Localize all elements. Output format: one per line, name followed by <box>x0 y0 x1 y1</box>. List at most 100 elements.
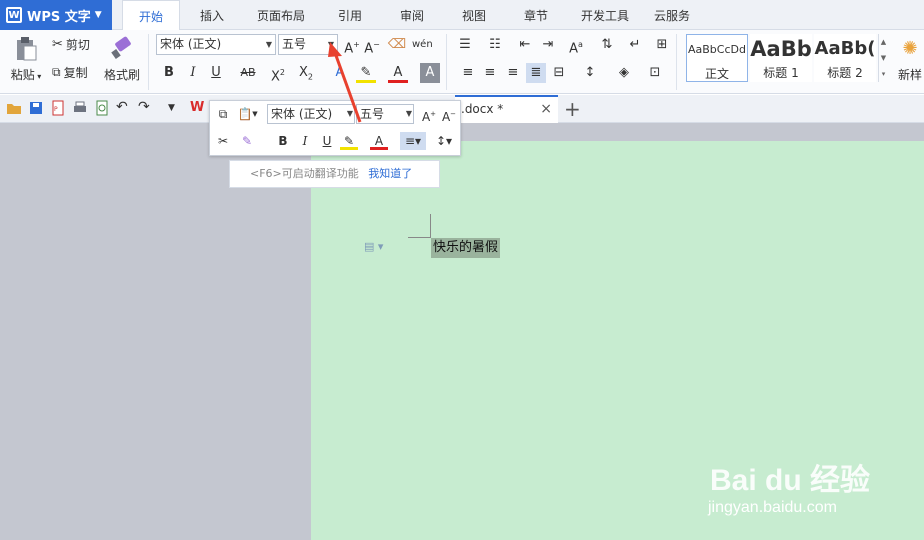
font-name-combo[interactable]: 宋体 (正文) ▼ <box>156 34 276 55</box>
tab-chapter[interactable]: 章节 <box>512 0 560 30</box>
svg-text:P: P <box>54 106 58 113</box>
watermark-brand: Bai du 经验 <box>710 464 871 497</box>
decrease-indent-icon[interactable]: ⇤ <box>515 35 535 55</box>
underline-button[interactable]: U <box>206 63 226 83</box>
app-name: WPS 文字 <box>27 9 91 25</box>
tab-developer[interactable]: 开发工具 <box>574 0 636 30</box>
document-tab[interactable]: .docx * × <box>455 95 558 123</box>
export-pdf-icon[interactable]: P <box>50 100 66 116</box>
cut-label: 剪切 <box>65 38 90 52</box>
undo-icon[interactable]: ↶ <box>116 100 132 116</box>
italic-button[interactable]: I <box>183 63 203 83</box>
ribbon-home: 粘贴 ▾ ✂ 剪切 ⧉ 复制 格式刷 宋体 (正文) ▼ 五号 ▼ A+ A− … <box>0 30 924 94</box>
style-normal[interactable]: AaBbCcDd 正文 <box>686 34 748 82</box>
tab-references[interactable]: 引用 <box>326 0 374 30</box>
style-preview: AaBb( <box>814 38 876 59</box>
tab-view[interactable]: 视图 <box>450 0 498 30</box>
new-tab-plus-icon[interactable]: + <box>564 97 581 121</box>
borders-icon[interactable]: ⊡ <box>645 63 665 83</box>
chevron-down-icon: ▾ <box>34 72 42 81</box>
sort-icon[interactable]: ⇅ <box>597 35 617 55</box>
bold-button[interactable]: B <box>274 132 292 150</box>
scissors-icon[interactable]: ✂ <box>214 132 232 150</box>
align-icon[interactable]: ≡▾ <box>400 132 426 150</box>
italic-button[interactable]: I <box>296 132 314 150</box>
table-icon[interactable]: ⊞ <box>652 35 672 55</box>
align-right-icon[interactable]: ≡ <box>503 63 523 83</box>
tab-page-layout[interactable]: 页面布局 <box>250 0 312 30</box>
change-case-icon[interactable]: Aa <box>566 35 586 56</box>
open-folder-icon[interactable] <box>6 100 22 116</box>
align-center-icon[interactable]: ≡ <box>480 63 500 83</box>
font-size-value: 五号 <box>282 37 307 51</box>
tab-review[interactable]: 审阅 <box>388 0 436 30</box>
wps-w-icon[interactable]: W <box>190 100 206 116</box>
format-brush-icon[interactable]: ✎ <box>238 132 256 150</box>
distributed-icon[interactable]: ⊟ <box>549 63 569 83</box>
paragraph-shading-icon[interactable]: ◈ <box>614 63 634 83</box>
wps-logo-icon: W <box>6 7 22 23</box>
divider <box>148 34 149 90</box>
tip-text: <F6>可启动翻译功能 <box>250 167 359 180</box>
style-heading-2[interactable]: AaBb( 标题 2 <box>814 34 876 82</box>
tip-dismiss-link[interactable]: 我知道了 <box>368 167 412 180</box>
cut-button[interactable]: ✂ 剪切 <box>52 36 90 53</box>
grow-font-button[interactable]: A+ <box>420 105 438 124</box>
format-painter-button[interactable]: 格式刷 <box>102 36 142 83</box>
margin-mark <box>430 214 431 238</box>
superscript-button[interactable]: X2 <box>268 63 288 84</box>
chevron-down-icon[interactable]: ▼ <box>250 105 260 123</box>
strikethrough-button[interactable]: AB <box>238 63 258 83</box>
justify-icon[interactable]: ≣ <box>526 63 546 83</box>
paragraph-layout-icon[interactable]: ▤ ▾ <box>364 240 383 253</box>
chevron-down-icon[interactable]: ▼ <box>168 100 184 116</box>
print-preview-icon[interactable] <box>94 100 110 116</box>
highlight-icon[interactable]: ✎ <box>340 132 358 150</box>
divider <box>446 34 447 90</box>
font-color-icon[interactable]: A <box>388 63 408 83</box>
clear-format-icon[interactable]: ⌫ <box>387 35 407 55</box>
selected-text[interactable]: 快乐的暑假 <box>431 238 501 258</box>
copy-icon[interactable]: ⧉ <box>214 105 232 123</box>
bullet-list-icon[interactable]: ☰ <box>455 35 475 55</box>
align-left-icon[interactable]: ≡ <box>458 63 478 83</box>
close-icon[interactable]: × <box>540 97 552 121</box>
shrink-font-button[interactable]: A− <box>440 105 458 124</box>
style-label: 正文 <box>704 67 729 81</box>
show-marks-icon[interactable]: ↵ <box>625 35 645 55</box>
watermark-url: jingyan.baidu.com <box>708 499 837 516</box>
chevron-down-icon: ▼ <box>265 40 273 49</box>
tab-insert[interactable]: 插入 <box>188 0 236 30</box>
numbered-list-icon[interactable]: ☷ <box>485 35 505 55</box>
bold-button[interactable]: B <box>159 63 179 83</box>
tab-cloud[interactable]: 云服务 <box>648 0 696 30</box>
margin-mark <box>408 237 430 238</box>
divider <box>676 34 677 90</box>
copy-icon: ⧉ <box>52 65 61 79</box>
tab-home[interactable]: 开始 <box>122 0 180 31</box>
subscript-button[interactable]: X2 <box>296 63 316 83</box>
scissors-icon: ✂ <box>52 37 63 52</box>
paste-button[interactable]: 粘贴 ▾ <box>6 36 46 83</box>
chevron-down-icon: ▼ <box>405 109 412 118</box>
new-style-button[interactable]: ✺ 新样 <box>894 36 924 83</box>
app-menu-button[interactable]: W WPS 文字 ▼ <box>0 0 112 30</box>
redo-icon[interactable]: ↷ <box>138 100 154 116</box>
underline-button[interactable]: U <box>318 132 336 150</box>
phonetic-guide-icon[interactable]: wén <box>412 35 433 55</box>
baidu-jingyan-watermark: Bai du 经验 jingyan.baidu.com <box>700 455 910 525</box>
save-icon[interactable] <box>28 100 44 116</box>
increase-indent-icon[interactable]: ⇥ <box>538 35 558 55</box>
copy-button[interactable]: ⧉ 复制 <box>52 64 88 81</box>
line-spacing-icon[interactable]: ↕ <box>580 63 600 83</box>
char-shading-icon[interactable]: A <box>420 63 440 83</box>
line-spacing-icon[interactable]: ↕▾ <box>432 132 456 150</box>
font-color-icon[interactable]: A <box>370 132 388 150</box>
style-preview: AaBbCcDd <box>688 43 746 56</box>
annotation-arrow <box>328 42 362 123</box>
style-heading-1[interactable]: AaBb 标题 1 <box>750 34 812 82</box>
style-label: 标题 1 <box>763 66 799 80</box>
print-icon[interactable] <box>72 100 88 116</box>
paste-label: 粘贴 <box>10 68 35 82</box>
style-gallery-scroll[interactable]: ▲ ▼ ▾ <box>878 34 888 82</box>
